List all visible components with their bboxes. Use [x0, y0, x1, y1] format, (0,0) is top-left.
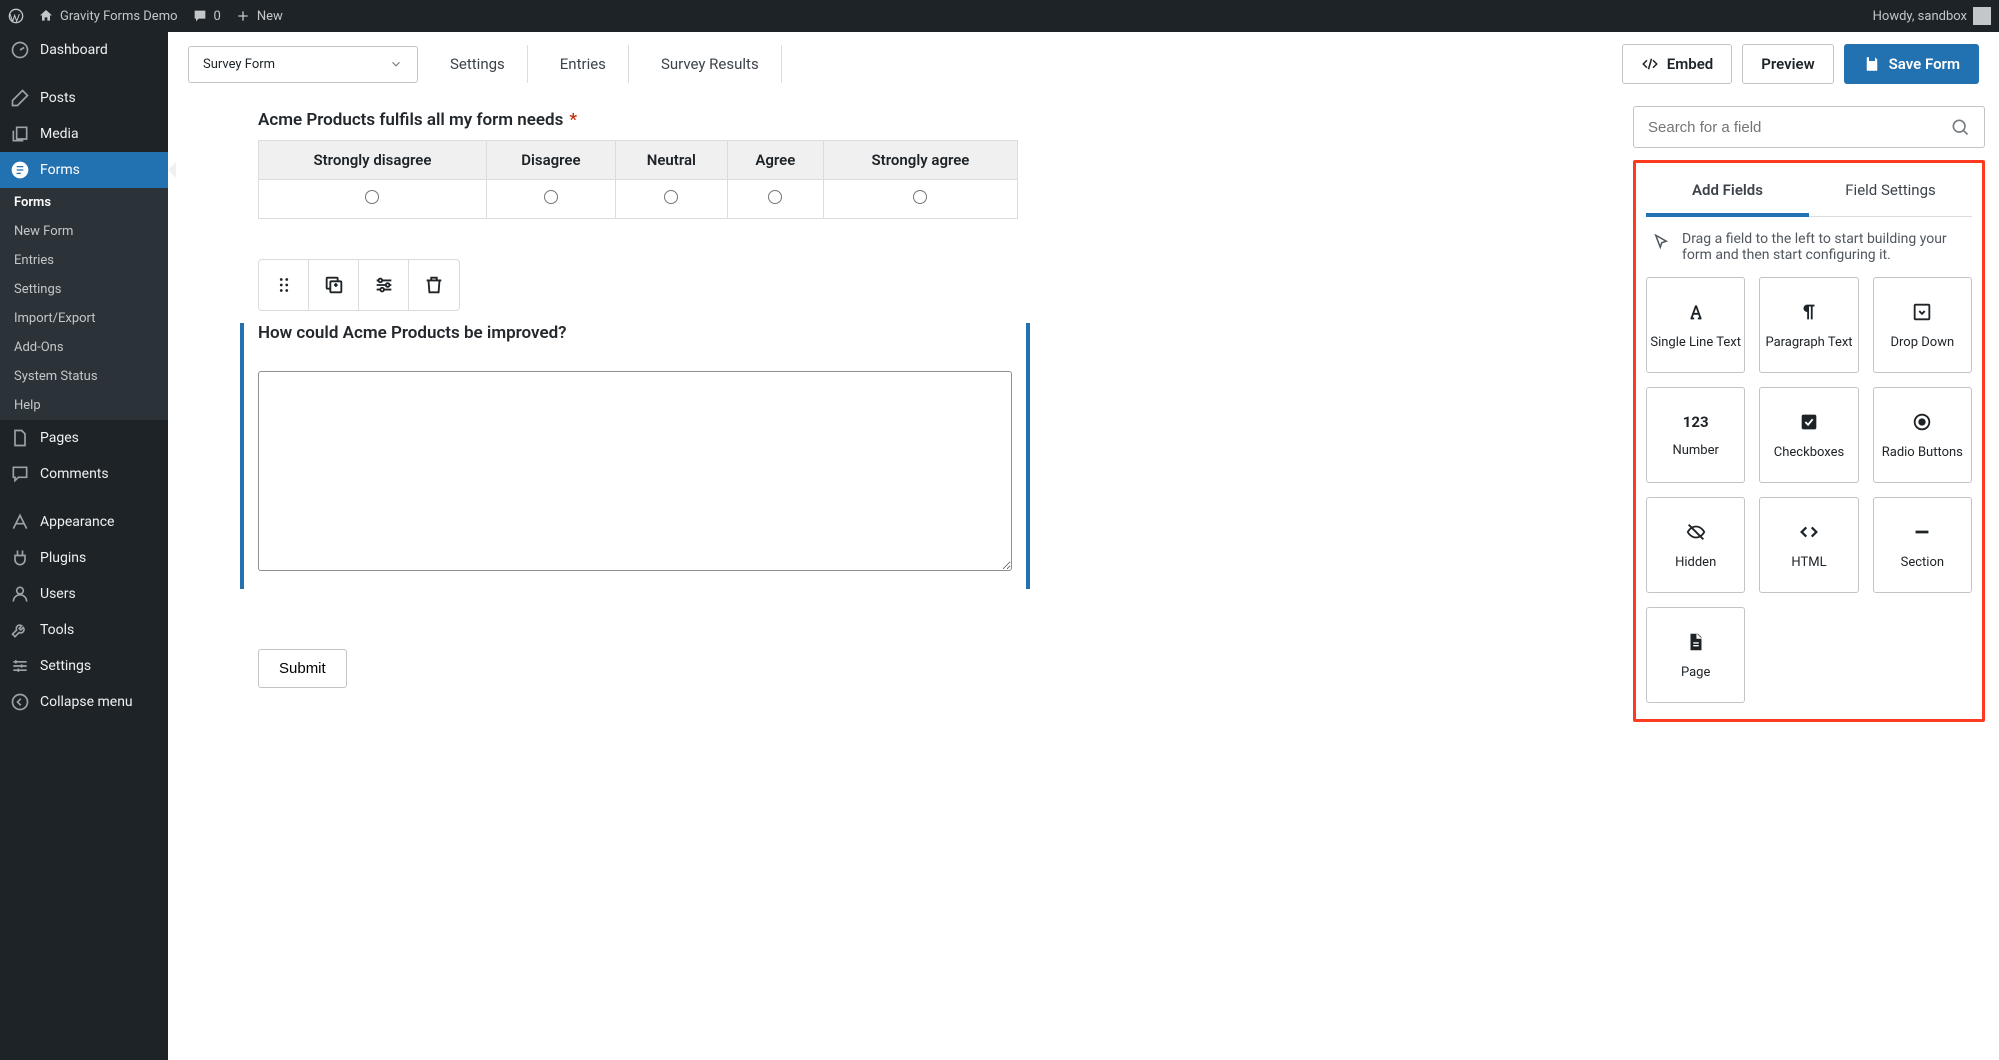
- sidebar-item-settings[interactable]: Settings: [0, 648, 168, 684]
- sidebar-collapse[interactable]: Collapse menu: [0, 684, 168, 720]
- new-label: New: [257, 9, 283, 24]
- sidebar-item-dashboard[interactable]: Dashboard: [0, 32, 168, 68]
- tab-settings[interactable]: Settings: [428, 45, 528, 83]
- submit-button[interactable]: Submit: [258, 649, 347, 688]
- likert-field[interactable]: Acme Products fulfils all my form needs*…: [258, 110, 1595, 219]
- sub-item-new-form[interactable]: New Form: [0, 217, 168, 246]
- right-panel: Add Fields Field Settings Drag a field t…: [1619, 96, 1999, 1060]
- site-title: Gravity Forms Demo: [60, 9, 178, 24]
- hint-text: Drag a field to the left to start buildi…: [1646, 231, 1972, 263]
- form-name: Survey Form: [203, 57, 275, 72]
- field-toolbar: [258, 259, 460, 311]
- search-input[interactable]: [1648, 119, 1950, 136]
- sidebar-item-appearance[interactable]: Appearance: [0, 504, 168, 540]
- tab-add-fields[interactable]: Add Fields: [1646, 167, 1809, 217]
- avatar: [1973, 7, 1991, 25]
- field-number[interactable]: 123Number: [1646, 387, 1745, 483]
- sidebar-item-plugins[interactable]: Plugins: [0, 540, 168, 576]
- q2-textarea[interactable]: [258, 371, 1012, 571]
- sidebar-item-forms[interactable]: Forms: [0, 152, 168, 188]
- new-link[interactable]: New: [235, 8, 283, 24]
- forms-submenu: Forms New Form Entries Settings Import/E…: [0, 188, 168, 420]
- tab-field-settings[interactable]: Field Settings: [1809, 167, 1972, 216]
- add-fields-panel: Add Fields Field Settings Drag a field t…: [1633, 160, 1985, 722]
- field-radio[interactable]: Radio Buttons: [1873, 387, 1972, 483]
- embed-button[interactable]: Embed: [1622, 44, 1732, 84]
- chevron-down-icon: [389, 57, 403, 71]
- sub-item-forms[interactable]: Forms: [0, 188, 168, 217]
- search-icon: [1950, 117, 1970, 137]
- panel-tabs: Add Fields Field Settings: [1646, 167, 1972, 217]
- likert-radio-2[interactable]: [664, 190, 678, 204]
- likert-col-4: Strongly agree: [823, 141, 1017, 180]
- wp-logo[interactable]: [8, 8, 24, 24]
- admin-sidebar: Dashboard Posts Media Forms Forms New Fo…: [0, 32, 168, 1060]
- greeting: Howdy, sandbox: [1873, 9, 1967, 24]
- sidebar-item-posts[interactable]: Posts: [0, 80, 168, 116]
- tab-survey-results[interactable]: Survey Results: [639, 45, 782, 83]
- field-paragraph[interactable]: Paragraph Text: [1759, 277, 1858, 373]
- likert-radio-1[interactable]: [544, 190, 558, 204]
- comments-link[interactable]: 0: [192, 8, 221, 24]
- tab-entries[interactable]: Entries: [538, 45, 629, 83]
- form-switcher[interactable]: Survey Form: [188, 46, 418, 83]
- field-dropdown[interactable]: Drop Down: [1873, 277, 1972, 373]
- delete-button[interactable]: [409, 260, 459, 310]
- cursor-icon: [1652, 233, 1670, 251]
- sidebar-item-comments[interactable]: Comments: [0, 456, 168, 492]
- drag-handle[interactable]: [259, 260, 309, 310]
- form-toolbar: Survey Form Settings Entries Survey Resu…: [168, 32, 1999, 96]
- field-grid: Single Line Text Paragraph Text Drop Dow…: [1646, 277, 1972, 703]
- comment-count: 0: [214, 9, 221, 24]
- sidebar-item-pages[interactable]: Pages: [0, 420, 168, 456]
- sidebar-item-media[interactable]: Media: [0, 116, 168, 152]
- field-single-line[interactable]: Single Line Text: [1646, 277, 1745, 373]
- save-button[interactable]: Save Form: [1844, 44, 1979, 84]
- paragraph-field-selected[interactable]: How could Acme Products be improved?: [240, 323, 1030, 589]
- sub-item-import-export[interactable]: Import/Export: [0, 304, 168, 333]
- required-indicator: *: [569, 110, 577, 130]
- sub-item-help[interactable]: Help: [0, 391, 168, 420]
- sub-item-settings[interactable]: Settings: [0, 275, 168, 304]
- likert-col-2: Neutral: [615, 141, 727, 180]
- likert-col-1: Disagree: [486, 141, 615, 180]
- likert-radio-3[interactable]: [768, 190, 782, 204]
- settings-button[interactable]: [359, 260, 409, 310]
- field-section[interactable]: Section: [1873, 497, 1972, 593]
- field-html[interactable]: HTML: [1759, 497, 1858, 593]
- user-menu[interactable]: Howdy, sandbox: [1873, 7, 1991, 25]
- likert-table: Strongly disagree Disagree Neutral Agree…: [258, 140, 1018, 219]
- field-checkboxes[interactable]: Checkboxes: [1759, 387, 1858, 483]
- site-link[interactable]: Gravity Forms Demo: [38, 8, 178, 24]
- number-icon: 123: [1683, 413, 1709, 431]
- field-search[interactable]: [1633, 106, 1985, 148]
- sidebar-item-users[interactable]: Users: [0, 576, 168, 612]
- duplicate-button[interactable]: [309, 260, 359, 310]
- likert-col-0: Strongly disagree: [259, 141, 487, 180]
- likert-radio-0[interactable]: [365, 190, 379, 204]
- likert-col-3: Agree: [727, 141, 823, 180]
- sub-item-system-status[interactable]: System Status: [0, 362, 168, 391]
- q1-label: Acme Products fulfils all my form needs*: [258, 110, 1595, 130]
- field-hidden[interactable]: Hidden: [1646, 497, 1745, 593]
- main-content: Survey Form Settings Entries Survey Resu…: [168, 32, 1999, 1060]
- form-canvas: Acme Products fulfils all my form needs*…: [168, 96, 1619, 1060]
- likert-radio-4[interactable]: [913, 190, 927, 204]
- sub-item-entries[interactable]: Entries: [0, 246, 168, 275]
- admin-bar: Gravity Forms Demo 0 New Howdy, sandbox: [0, 0, 1999, 32]
- q2-label: How could Acme Products be improved?: [258, 323, 1012, 343]
- sidebar-item-tools[interactable]: Tools: [0, 612, 168, 648]
- sub-item-addons[interactable]: Add-Ons: [0, 333, 168, 362]
- field-page[interactable]: Page: [1646, 607, 1745, 703]
- preview-button[interactable]: Preview: [1742, 44, 1833, 84]
